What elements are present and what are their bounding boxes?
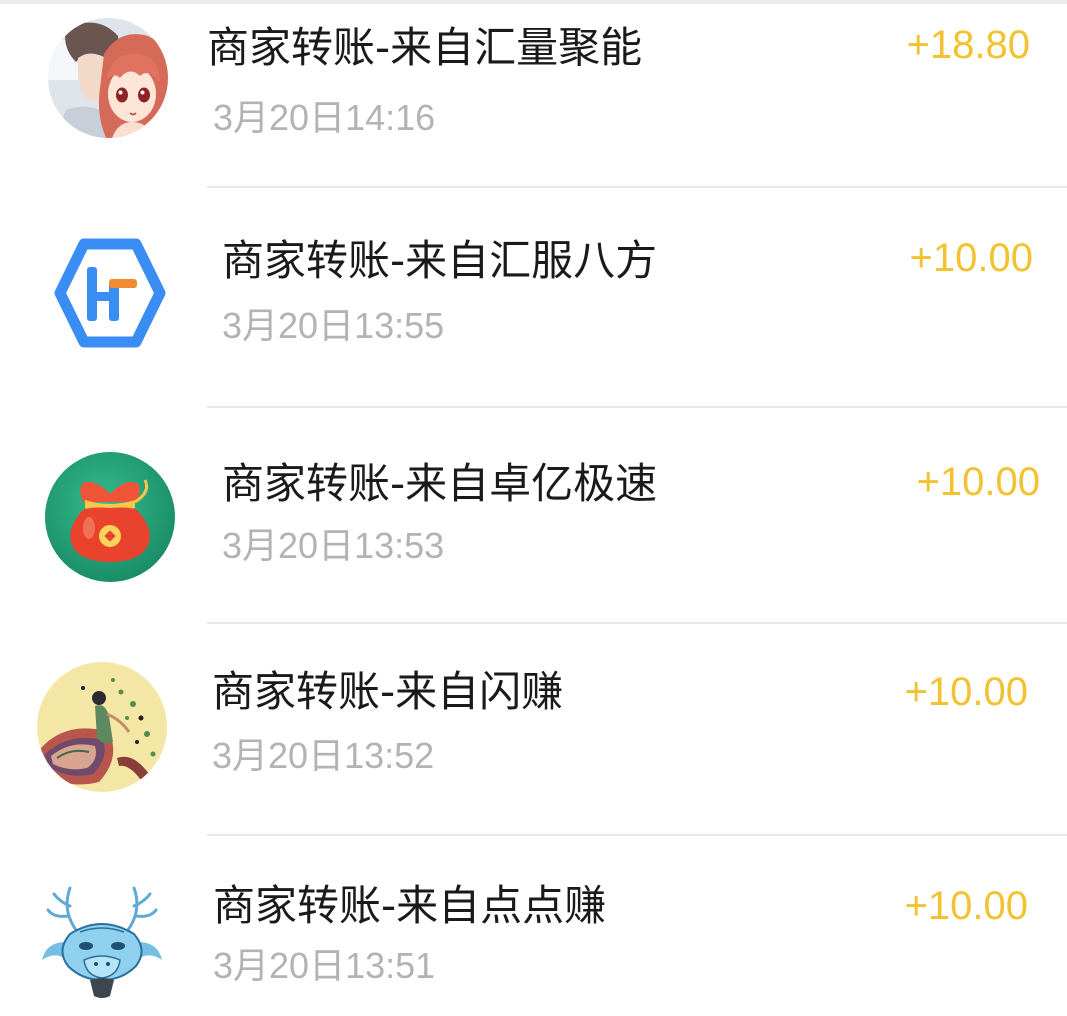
transaction-row[interactable]: 商家转账-来自汇服八方 3月20日13:55 +10.00 (0, 188, 1067, 408)
illustration-avatar-icon (37, 662, 167, 792)
transaction-row[interactable]: 商家转账-来自点点赚 3月20日13:51 +10.00 (0, 836, 1067, 1016)
transaction-time: 3月20日13:51 (213, 945, 436, 986)
transaction-title: 商家转账-来自汇量聚能 (207, 23, 643, 72)
transaction-row[interactable]: 商家转账-来自卓亿极速 3月20日13:53 +10.00 (0, 408, 1067, 624)
transaction-row[interactable]: 商家转账-来自汇量聚能 3月20日14:16 +18.80 (0, 0, 1067, 188)
money-bag-avatar-icon (45, 452, 175, 582)
transaction-amount: +10.00 (904, 884, 1028, 928)
transaction-row[interactable]: 商家转账-来自闪赚 3月20日13:52 +10.00 (0, 624, 1067, 836)
transaction-time: 3月20日13:55 (222, 305, 445, 346)
transaction-amount: +10.00 (909, 236, 1033, 280)
transaction-time: 3月20日13:52 (212, 735, 435, 776)
transaction-time: 3月20日13:53 (222, 525, 445, 566)
transaction-title: 商家转账-来自汇服八方 (222, 236, 658, 285)
transaction-time: 3月20日14:16 (213, 97, 436, 138)
transaction-title: 商家转账-来自点点赚 (213, 881, 607, 930)
transaction-title: 商家转账-来自卓亿极速 (222, 459, 658, 508)
transaction-title: 商家转账-来自闪赚 (212, 667, 564, 716)
dragon-avatar-icon (42, 886, 162, 998)
transaction-amount: +10.00 (916, 460, 1040, 504)
hf-logo-avatar-icon (54, 238, 166, 348)
anime-couple-avatar-icon (48, 18, 168, 138)
transaction-amount: +10.00 (904, 670, 1028, 714)
transaction-amount: +18.80 (906, 23, 1030, 67)
